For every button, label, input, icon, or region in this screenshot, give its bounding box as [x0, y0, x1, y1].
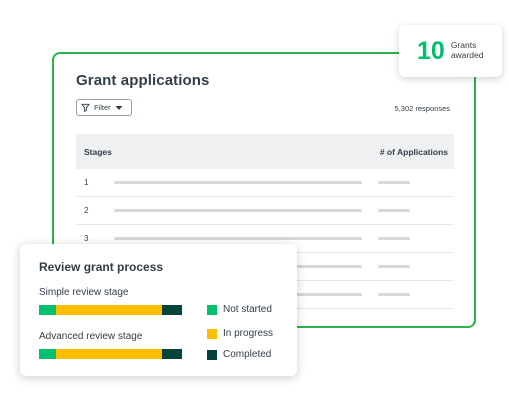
stage-label-simple: Simple review stage	[39, 287, 129, 298]
segment-in-progress	[56, 349, 162, 359]
segment-completed	[161, 305, 182, 315]
legend-item-in-progress: In progress	[207, 328, 273, 339]
grants-awarded-label-line2: awarded	[450, 50, 484, 60]
segment-completed	[161, 349, 182, 359]
grants-awarded-label: Grants awarded	[450, 40, 484, 61]
legend-item-completed: Completed	[207, 349, 271, 360]
table-row[interactable]: 2	[76, 197, 454, 225]
count-placeholder-bar	[378, 293, 410, 296]
table-row[interactable]: 1	[76, 169, 454, 197]
table-header: Stages # of Applications	[76, 134, 454, 169]
count-placeholder-bar	[378, 209, 410, 212]
segment-not-started	[39, 349, 57, 359]
filter-label: Filter	[94, 103, 111, 112]
review-card-title: Review grant process	[39, 260, 164, 274]
stage-number: 2	[84, 206, 89, 215]
legend-item-not-started: Not started	[207, 304, 272, 315]
column-header-applications: # of Applications	[379, 146, 448, 157]
segment-not-started	[39, 305, 57, 315]
stage-placeholder-bar	[114, 237, 362, 240]
filter-icon	[81, 103, 90, 112]
stage-number: 3	[84, 234, 89, 243]
legend-label: Completed	[223, 349, 272, 360]
legend-swatch	[207, 304, 217, 315]
count-placeholder-bar	[378, 265, 410, 268]
responses-count: 5,302 responses	[394, 104, 450, 113]
progress-bar-advanced	[39, 349, 182, 359]
legend-label: In progress	[223, 328, 274, 339]
count-placeholder-bar	[378, 237, 410, 240]
legend-swatch	[207, 328, 217, 339]
count-placeholder-bar	[378, 181, 410, 184]
grants-awarded-badge: 10 Grants awarded	[399, 25, 502, 77]
caret-down-icon	[115, 105, 123, 111]
stage-number: 1	[84, 178, 89, 187]
page-title: Grant applications	[76, 72, 210, 89]
stage-placeholder-bar	[114, 209, 362, 212]
filter-button[interactable]: Filter	[76, 99, 132, 116]
legend-label: Not started	[223, 304, 272, 315]
grants-awarded-count: 10	[417, 36, 445, 65]
segment-in-progress	[56, 305, 162, 315]
column-header-stages: Stages	[84, 146, 112, 157]
legend-swatch	[207, 349, 217, 360]
review-grant-process-card: Review grant process Simple review stage…	[20, 244, 297, 376]
grants-awarded-label-line1: Grants	[450, 40, 477, 51]
stage-placeholder-bar	[114, 181, 362, 184]
progress-bar-simple	[39, 305, 182, 315]
stage-label-advanced: Advanced review stage	[39, 331, 143, 342]
